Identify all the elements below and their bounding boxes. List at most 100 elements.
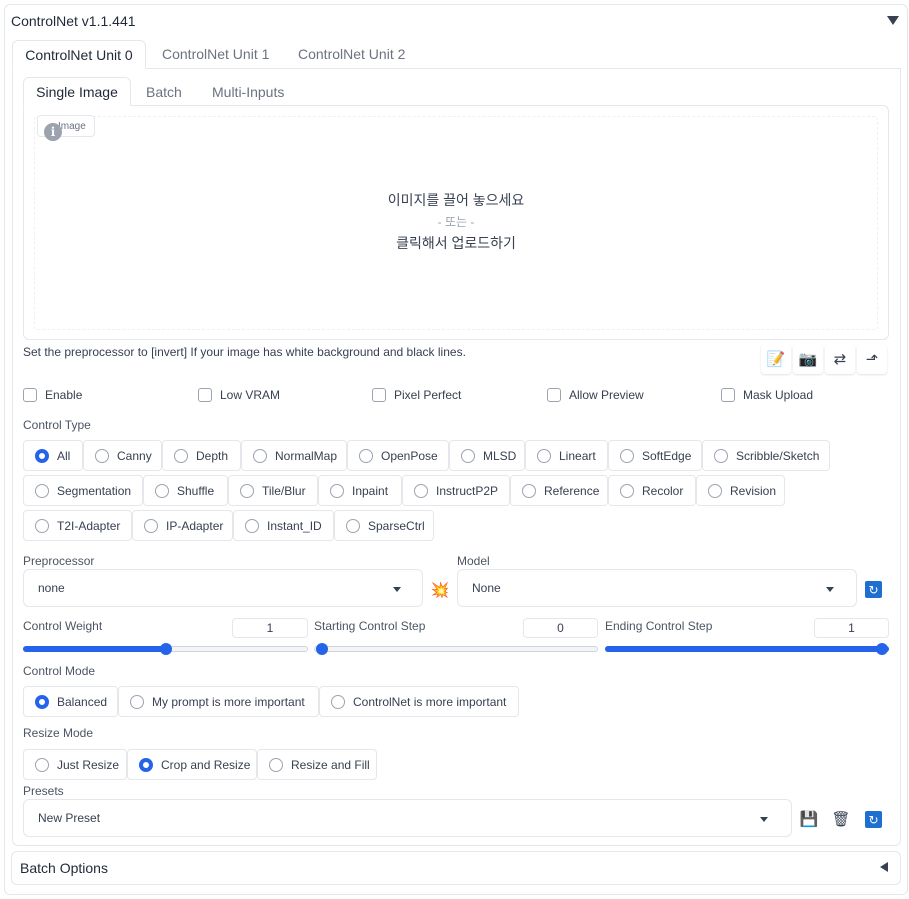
mask-upload-checkbox[interactable]: Mask Upload <box>721 388 813 402</box>
panel-title[interactable]: ControlNet v1.1.441 <box>11 13 136 29</box>
control-type-tile-blur[interactable]: Tile/Blur <box>228 475 318 506</box>
batch-options-accordion[interactable] <box>11 851 901 885</box>
control-type-instant-id[interactable]: Instant_ID <box>233 510 334 541</box>
tab-unit-2[interactable]: ControlNet Unit 2 <box>298 46 405 62</box>
starting-step-label: Starting Control Step <box>314 619 426 633</box>
control-type-normalmap[interactable]: NormalMap <box>241 440 347 471</box>
tab-batch[interactable]: Batch <box>146 84 182 100</box>
resize-mode-crop-resize[interactable]: Crop and Resize <box>127 749 257 780</box>
control-type-t2i-adapter[interactable]: T2I-Adapter <box>23 510 132 541</box>
tab-unit-0[interactable]: ControlNet Unit 0 <box>12 40 146 69</box>
resize-mode-just-resize[interactable]: Just Resize <box>23 749 127 780</box>
tab-unit-1[interactable]: ControlNet Unit 1 <box>162 46 269 62</box>
preprocessor-dropdown[interactable]: none <box>23 569 423 607</box>
checkbox-box[interactable] <box>198 388 212 402</box>
control-type-canny[interactable]: Canny <box>83 440 162 471</box>
control-type-shuffle[interactable]: Shuffle <box>143 475 228 506</box>
checkbox-box[interactable] <box>372 388 386 402</box>
batch-options-label[interactable]: Batch Options <box>20 860 108 876</box>
radio[interactable] <box>620 483 634 498</box>
control-mode-prompt[interactable]: My prompt is more important <box>118 686 319 717</box>
slider-thumb[interactable] <box>876 643 888 655</box>
radio[interactable] <box>714 448 728 463</box>
radio[interactable] <box>35 483 49 498</box>
send-dimensions-icon[interactable]: ⬏ <box>857 344 887 374</box>
presets-dropdown[interactable]: New Preset <box>23 799 792 837</box>
control-type-inpaint[interactable]: Inpaint <box>318 475 402 506</box>
control-type-reference[interactable]: Reference <box>510 475 608 506</box>
radio[interactable] <box>144 518 158 533</box>
model-label: Model <box>457 554 490 568</box>
control-type-scribble[interactable]: Scribble/Sketch <box>702 440 830 471</box>
control-type-lineart[interactable]: Lineart <box>525 440 608 471</box>
checkbox-box[interactable] <box>721 388 735 402</box>
radio-selected[interactable] <box>35 448 49 463</box>
tab-single-image[interactable]: Single Image <box>23 77 131 106</box>
radio[interactable] <box>35 757 49 772</box>
radio[interactable] <box>461 448 475 463</box>
enable-checkbox[interactable]: Enable <box>23 388 82 402</box>
ending-step-input[interactable]: 1 <box>814 618 889 638</box>
radio[interactable] <box>331 694 345 709</box>
radio[interactable] <box>95 448 109 463</box>
allow-preview-checkbox[interactable]: Allow Preview <box>547 388 644 402</box>
control-mode-balanced[interactable]: Balanced <box>23 686 118 717</box>
collapse-caret-icon[interactable] <box>887 16 899 25</box>
starting-step-input[interactable]: 0 <box>523 618 598 638</box>
model-dropdown[interactable]: None <box>457 569 857 607</box>
checkbox-box[interactable] <box>547 388 561 402</box>
radio-selected[interactable] <box>139 757 153 772</box>
radio[interactable] <box>620 448 634 463</box>
slider-thumb[interactable] <box>316 643 328 655</box>
radio[interactable] <box>35 518 49 533</box>
save-preset-icon[interactable]: 💾 <box>799 809 819 829</box>
control-type-revision[interactable]: Revision <box>696 475 785 506</box>
radio[interactable] <box>245 518 259 533</box>
radio[interactable] <box>253 448 267 463</box>
delete-preset-icon[interactable]: 🗑 <box>831 809 851 829</box>
control-type-openpose[interactable]: OpenPose <box>347 440 449 471</box>
run-preprocessor-icon[interactable]: 💥 <box>430 580 450 600</box>
radio[interactable] <box>240 483 254 498</box>
control-type-ip-adapter[interactable]: IP-Adapter <box>132 510 233 541</box>
edit-icon[interactable]: 📝 <box>761 344 791 374</box>
pixel-perfect-checkbox[interactable]: Pixel Perfect <box>372 388 461 402</box>
control-type-depth[interactable]: Depth <box>162 440 241 471</box>
swap-icon[interactable]: ⇄ <box>825 344 855 374</box>
radio[interactable] <box>269 757 283 772</box>
radio[interactable] <box>414 483 428 498</box>
radio[interactable] <box>359 448 373 463</box>
radio[interactable] <box>522 483 536 498</box>
control-weight-slider[interactable] <box>23 643 308 655</box>
expand-caret-icon[interactable] <box>880 862 888 872</box>
radio[interactable] <box>346 518 360 533</box>
radio[interactable] <box>174 448 188 463</box>
ending-step-slider[interactable] <box>605 643 889 655</box>
control-type-segmentation[interactable]: Segmentation <box>23 475 143 506</box>
chevron-down-icon <box>760 817 768 822</box>
radio-selected[interactable] <box>35 694 49 709</box>
radio[interactable] <box>537 448 551 463</box>
control-type-all[interactable]: All <box>23 440 83 471</box>
control-type-sparsectrl[interactable]: SparseCtrl <box>334 510 434 541</box>
control-type-recolor[interactable]: Recolor <box>608 475 696 506</box>
radio[interactable] <box>130 694 144 709</box>
refresh-presets-icon[interactable]: ↻ <box>865 811 882 828</box>
control-type-softedge[interactable]: SoftEdge <box>608 440 702 471</box>
checkbox-box[interactable] <box>23 388 37 402</box>
starting-step-slider[interactable] <box>314 643 598 655</box>
control-type-instructp2p[interactable]: InstructP2P <box>402 475 510 506</box>
control-type-mlsd[interactable]: MLSD <box>449 440 525 471</box>
camera-icon[interactable]: 📷 <box>793 344 823 374</box>
low-vram-checkbox[interactable]: Low VRAM <box>198 388 280 402</box>
radio[interactable] <box>708 483 722 498</box>
radio[interactable] <box>155 483 169 498</box>
control-weight-input[interactable]: 1 <box>232 618 308 638</box>
refresh-models-icon[interactable]: ↻ <box>865 581 882 598</box>
radio[interactable] <box>330 483 344 498</box>
slider-thumb[interactable] <box>160 643 172 655</box>
control-mode-controlnet[interactable]: ControlNet is more important <box>319 686 519 717</box>
resize-mode-label: Resize Mode <box>23 726 94 740</box>
tab-multi-inputs[interactable]: Multi-Inputs <box>212 84 284 100</box>
resize-mode-resize-fill[interactable]: Resize and Fill <box>257 749 377 780</box>
